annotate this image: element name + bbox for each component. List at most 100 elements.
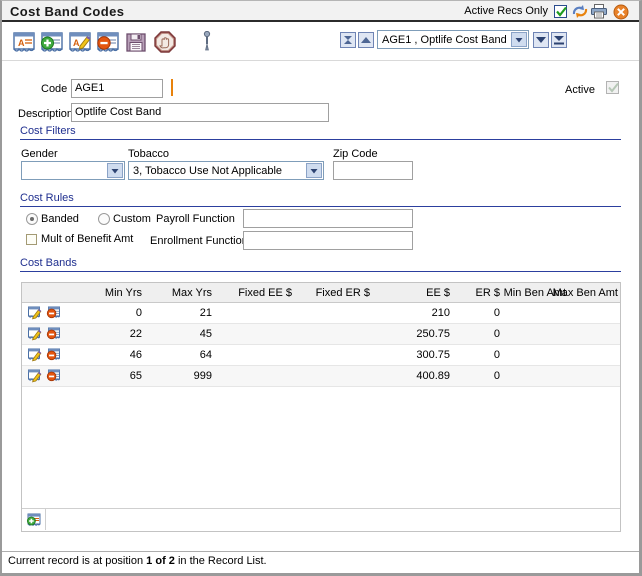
column-header-ee: EE $ xyxy=(426,287,450,299)
delete-row-icon[interactable] xyxy=(46,326,62,342)
mult-of-benefit-amt-checkbox[interactable] xyxy=(26,234,37,245)
cell-ee: 400.89 xyxy=(416,370,450,382)
add-record-button[interactable] xyxy=(39,29,65,55)
cancel-button[interactable] xyxy=(153,30,177,54)
cost-bands-footer xyxy=(22,508,620,531)
gender-dropdown[interactable] xyxy=(21,161,125,180)
add-cost-band-icon xyxy=(26,512,42,528)
cell-er: 0 xyxy=(493,307,500,319)
column-header-er: ER $ xyxy=(475,287,500,299)
edit-row-icon[interactable] xyxy=(27,368,43,384)
description-label: Description xyxy=(18,108,74,120)
active-label: Active xyxy=(565,84,595,96)
banded-label: Banded xyxy=(41,213,79,225)
tobacco-label: Tobacco xyxy=(128,148,169,160)
checkmark-icon xyxy=(608,82,619,93)
table-row[interactable]: 0 21 210 0 xyxy=(22,303,620,324)
edit-record-button[interactable]: A xyxy=(67,29,93,55)
chevron-down-icon[interactable] xyxy=(511,32,527,47)
save-button[interactable] xyxy=(125,31,147,53)
edit-row-icon[interactable] xyxy=(27,305,43,321)
tobacco-dropdown[interactable]: 3, Tobacco Use Not Applicable xyxy=(128,161,324,180)
section-divider xyxy=(20,271,621,272)
row-actions xyxy=(27,347,67,363)
mult-of-benefit-amt-label: Mult of Benefit Amt xyxy=(41,233,134,245)
enrollment-function-input[interactable] xyxy=(243,231,413,250)
print-icon[interactable] xyxy=(590,3,608,20)
active-recs-only-checkbox[interactable] xyxy=(554,5,567,18)
first-record-button[interactable] xyxy=(340,32,356,48)
cost-filters-title: Cost Filters xyxy=(20,125,76,137)
payroll-function-input[interactable] xyxy=(243,209,413,228)
code-label: Code xyxy=(41,83,68,95)
delete-record-button[interactable] xyxy=(95,29,121,55)
edit-row-icon[interactable] xyxy=(27,347,43,363)
cell-min-yrs: 65 xyxy=(129,370,142,382)
cost-bands-grid: Min Yrs Max Yrs Fixed EE $ Fixed ER $ EE… xyxy=(21,282,621,532)
svg-text:A: A xyxy=(18,38,25,48)
column-header-min-yrs: Min Yrs xyxy=(104,287,142,299)
cost-bands-title: Cost Bands xyxy=(20,257,77,269)
code-input[interactable]: AGE1 xyxy=(71,79,163,98)
row-actions xyxy=(27,326,67,342)
edit-row-icon[interactable] xyxy=(27,326,43,342)
table-row[interactable]: 22 45 250.75 0 xyxy=(22,324,620,345)
delete-row-icon[interactable] xyxy=(46,347,62,363)
payroll-function-label: Payroll Function xyxy=(156,213,235,225)
cost-band-codes-window: Cost Band Codes Active Recs Only A A AGE… xyxy=(0,0,642,576)
active-recs-only-label: Active Recs Only xyxy=(464,5,548,17)
chevron-down-icon[interactable] xyxy=(306,163,322,178)
delete-row-icon[interactable] xyxy=(46,305,62,321)
cell-min-yrs: 46 xyxy=(129,349,142,361)
cost-bands-rows: 0 21 210 0 22 45 250.75 0 46 64 300.75 0 65 999 400.89… xyxy=(22,303,620,387)
status-message: Current record is at position 1 of 2 in … xyxy=(8,555,267,567)
banded-radio[interactable] xyxy=(26,213,38,225)
find-record-button[interactable]: A xyxy=(11,29,37,55)
title-bar: Cost Band Codes Active Recs Only xyxy=(2,1,639,22)
column-header-max-yrs: Max Yrs xyxy=(171,287,212,299)
status-text-before: Current record is at position xyxy=(8,555,147,567)
table-row[interactable]: 46 64 300.75 0 xyxy=(22,345,620,366)
description-input[interactable]: Optlife Cost Band xyxy=(71,103,329,122)
zip-code-input[interactable] xyxy=(333,161,413,180)
custom-label: Custom xyxy=(113,213,151,225)
column-header-max-ben-amt: Max Ben Amt xyxy=(552,287,618,299)
status-text-after: in the Record List. xyxy=(174,555,267,567)
page-title: Cost Band Codes xyxy=(10,4,125,19)
next-record-button[interactable] xyxy=(533,32,549,48)
status-bar: Current record is at position 1 of 2 in … xyxy=(2,551,639,570)
record-selector-value: AGE1 , Optlife Cost Band xyxy=(382,34,507,46)
gender-label: Gender xyxy=(21,148,58,160)
tobacco-value: 3, Tobacco Use Not Applicable xyxy=(133,165,282,177)
close-icon[interactable] xyxy=(613,4,629,20)
column-header-fixed-ee: Fixed EE $ xyxy=(238,287,292,299)
add-cost-band-button[interactable] xyxy=(22,509,46,530)
cell-er: 0 xyxy=(493,349,500,361)
last-record-button[interactable] xyxy=(551,32,567,48)
previous-record-button[interactable] xyxy=(358,32,374,48)
custom-radio[interactable] xyxy=(98,213,110,225)
refresh-icon[interactable] xyxy=(571,3,589,20)
zip-code-label: Zip Code xyxy=(333,148,378,160)
delete-row-icon[interactable] xyxy=(46,368,62,384)
cell-ee: 300.75 xyxy=(416,349,450,361)
cell-min-yrs: 22 xyxy=(129,328,142,340)
active-checkbox[interactable] xyxy=(606,81,619,94)
enrollment-function-label: Enrollment Function xyxy=(150,235,248,247)
attachment-button[interactable] xyxy=(200,30,214,52)
chevron-down-icon[interactable] xyxy=(107,163,123,178)
cost-rules-title: Cost Rules xyxy=(20,192,74,204)
table-row[interactable]: 65 999 400.89 0 xyxy=(22,366,620,387)
record-selector-dropdown[interactable]: AGE1 , Optlife Cost Band xyxy=(377,30,529,49)
cell-ee: 210 xyxy=(431,307,450,319)
cell-max-yrs: 999 xyxy=(193,370,212,382)
row-actions xyxy=(27,368,67,384)
cell-max-yrs: 64 xyxy=(199,349,212,361)
cell-ee: 250.75 xyxy=(416,328,450,340)
cell-max-yrs: 45 xyxy=(199,328,212,340)
cell-max-yrs: 21 xyxy=(199,307,212,319)
cell-er: 0 xyxy=(493,328,500,340)
column-header-fixed-er: Fixed ER $ xyxy=(315,287,370,299)
toolbar: A A AGE1 , Optlife Cost Band xyxy=(2,24,639,61)
status-position: 1 of 2 xyxy=(146,555,175,567)
